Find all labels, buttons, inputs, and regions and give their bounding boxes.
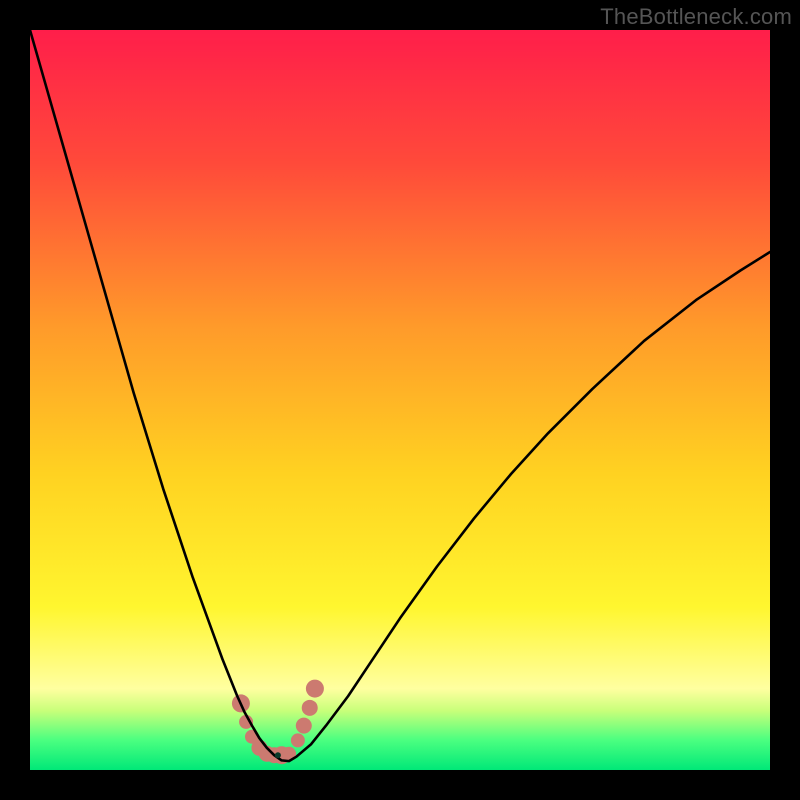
- chart-svg: [30, 30, 770, 770]
- marker-dot: [296, 718, 312, 734]
- minimum-dot: [275, 752, 281, 758]
- marker-dot: [291, 733, 305, 747]
- chart-frame: TheBottleneck.com: [0, 0, 800, 800]
- plot-area: [30, 30, 770, 770]
- gradient-background: [30, 30, 770, 770]
- marker-dot: [302, 700, 318, 716]
- watermark-label: TheBottleneck.com: [600, 4, 792, 30]
- marker-dot: [306, 680, 324, 698]
